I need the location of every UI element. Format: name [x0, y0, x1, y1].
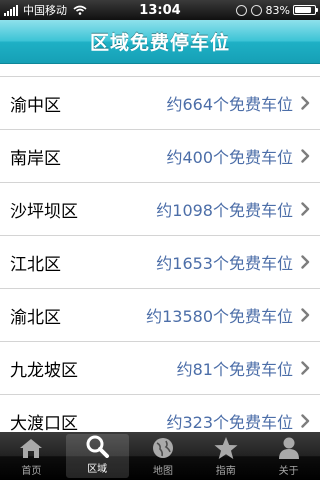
district-name: 渝中区 [10, 95, 61, 116]
tab-label: 首页 [21, 466, 42, 477]
chevron-right-icon [301, 149, 310, 163]
free-space-count: 约1653个免费车位 [156, 254, 293, 273]
star-icon [214, 437, 238, 459]
tab-home[interactable]: 首页 [0, 432, 63, 480]
district-row[interactable]: 九龙坡区 约81个免费车位 [0, 342, 320, 395]
rotation-lock-icon [235, 4, 247, 16]
district-row[interactable]: 渝北区 约13580个免费车位 [0, 289, 320, 342]
free-space-count: 约400个免费车位 [166, 148, 293, 167]
page-title: 区域免费停车位 [89, 32, 230, 54]
home-icon [20, 439, 43, 458]
chevron-right-icon [301, 255, 310, 269]
navigation-bar: 区域免费停车位 [0, 20, 320, 64]
tab-label: 指南 [215, 466, 236, 477]
tab-label: 关于 [278, 466, 299, 477]
district-name: 沙坪坝区 [10, 201, 78, 222]
globe-icon [152, 438, 173, 458]
chevron-right-icon [301, 361, 310, 375]
battery-level-fill [295, 7, 311, 13]
person-icon [278, 437, 299, 459]
district-row[interactable]: 江北区 约1653个免费车位 [0, 236, 320, 289]
chevron-right-icon [301, 96, 310, 110]
battery-percent: 83% [265, 3, 290, 17]
free-space-count: 约81个免费车位 [176, 360, 293, 379]
battery-icon [293, 5, 318, 15]
district-name: 渝北区 [10, 307, 61, 328]
status-bar: 中国移动 13:04 83% [0, 0, 320, 20]
tab-label: 区域 [87, 464, 108, 475]
tab-globe[interactable]: 地图 [132, 432, 195, 480]
chevron-right-icon [301, 202, 310, 216]
district-name: 大渡口区 [10, 413, 78, 434]
district-row[interactable]: 渝中区 约664个免费车位 [0, 77, 320, 130]
tab-search[interactable]: 区域 [65, 434, 129, 478]
chevron-right-icon [301, 414, 310, 428]
free-space-count: 约13580个免费车位 [146, 307, 293, 326]
free-space-count: 约323个免费车位 [166, 413, 293, 432]
tab-bar: 首页 区域 地图 指南 关于 [0, 432, 320, 480]
list-top-spacer [0, 65, 320, 76]
search-icon [86, 435, 110, 458]
district-list[interactable]: 渝中区 约664个免费车位南岸区 约400个免费车位沙坪坝区 约1098个免费车位江北… [0, 76, 320, 434]
chevron-right-icon [301, 308, 310, 322]
tab-label: 地图 [152, 466, 173, 477]
district-row[interactable]: 大渡口区 约323个免费车位 [0, 395, 320, 434]
district-row[interactable]: 南岸区 约400个免费车位 [0, 130, 320, 183]
tab-star[interactable]: 指南 [194, 432, 257, 480]
district-row[interactable]: 沙坪坝区 约1098个免费车位 [0, 183, 320, 236]
free-space-count: 约1098个免费车位 [156, 201, 293, 220]
district-name: 南岸区 [10, 148, 61, 169]
tab-person[interactable]: 关于 [257, 432, 320, 480]
district-name: 江北区 [10, 254, 61, 275]
free-space-count: 约664个免费车位 [166, 95, 293, 114]
district-name: 九龙坡区 [10, 360, 78, 381]
alarm-icon [250, 4, 262, 16]
